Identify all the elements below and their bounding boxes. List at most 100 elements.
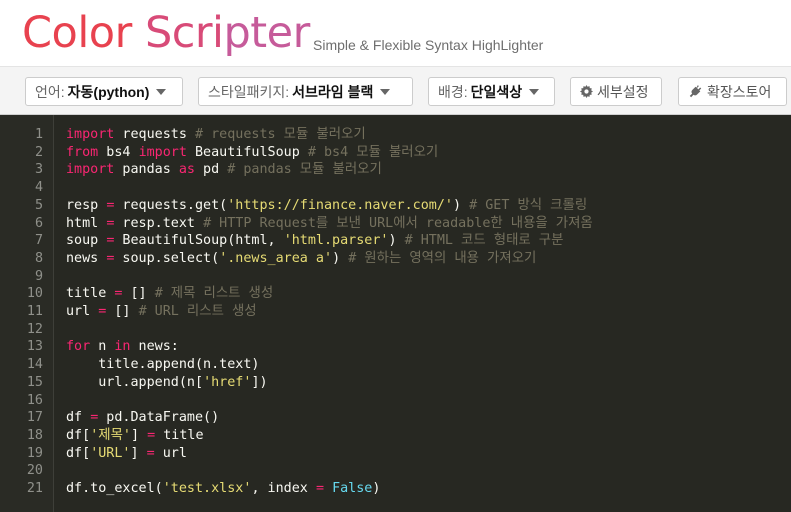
code-line: 20 xyxy=(0,462,791,480)
code-token: # HTML 코드 형태로 구분 xyxy=(404,233,564,249)
code-token: title.append(n.text) xyxy=(66,357,260,373)
code-token: soup.select( xyxy=(114,250,220,266)
code-token: # HTTP Request를 보낸 URL에서 readable한 내용을 가… xyxy=(203,215,593,231)
language-dropdown[interactable]: 언어: 자동(python) xyxy=(25,77,183,106)
code-token: df[ xyxy=(66,427,91,443)
code-token: ] xyxy=(130,427,148,443)
line-number: 13 xyxy=(26,339,43,355)
code-text: df.to_excel('test.xlsx', index = False) xyxy=(66,480,380,498)
chevron-down-icon xyxy=(380,88,391,95)
line-number: 6 xyxy=(34,215,43,231)
line-number: 11 xyxy=(26,304,43,319)
code-token: [] xyxy=(106,304,139,319)
code-token: news: xyxy=(130,339,179,355)
line-number: 2 xyxy=(34,144,43,160)
code-token: 'https://finance.naver.com/' xyxy=(227,197,453,213)
code-text: import pandas as pd # pandas 모듈 불러오기 xyxy=(66,161,382,179)
style-value: 서브라임 블랙 xyxy=(292,83,374,100)
site-logo[interactable]: Color Scripter xyxy=(22,6,310,60)
code-text: resp = requests.get('https://finance.nav… xyxy=(66,197,587,215)
code-token: from xyxy=(66,144,99,160)
code-token: , index xyxy=(251,481,316,496)
code-token: '.news_area a' xyxy=(219,250,333,266)
site-tagline: Simple & Flexible Syntax HighLighter xyxy=(313,37,544,53)
plug-icon xyxy=(688,84,703,99)
code-line: 4 xyxy=(0,179,791,197)
code-editor[interactable]: 1 import requests # requests 모듈 불러오기 2 from… xyxy=(0,115,791,512)
code-token: 'URL' xyxy=(90,445,131,461)
code-token: import xyxy=(138,144,187,160)
line-number: 19 xyxy=(26,445,43,461)
line-number: 21 xyxy=(26,481,43,496)
code-text: url = [] # URL 리스트 생성 xyxy=(66,303,257,321)
code-token: # URL 리스트 생성 xyxy=(138,304,257,319)
code-token: [] xyxy=(122,286,155,302)
line-number: 18 xyxy=(26,427,43,443)
detail-settings-button[interactable]: 세부설정 xyxy=(570,77,662,106)
code-line: 3 import pandas as pd # pandas 모듈 불러오기 xyxy=(0,161,791,179)
code-token: # GET 방식 크롤링 xyxy=(469,197,588,213)
background-label: 배경: xyxy=(438,83,468,100)
style-package-dropdown[interactable]: 스타일패키지: 서브라임 블랙 xyxy=(198,77,413,106)
code-text: soup = BeautifulSoup(html, 'html.parser'… xyxy=(66,232,563,250)
code-token: # bs4 모듈 불러오기 xyxy=(307,144,439,160)
code-token: requests xyxy=(114,127,195,142)
logo-text-3: pter xyxy=(223,8,311,58)
code-line: 9 xyxy=(0,268,791,286)
line-number: 10 xyxy=(26,286,43,302)
style-label: 스타일패키지: xyxy=(208,83,290,100)
code-token: '제목' xyxy=(90,427,131,443)
code-token: BeautifulSoup(html, xyxy=(114,233,284,249)
code-token: pandas xyxy=(114,162,179,178)
code-token: soup xyxy=(66,233,107,249)
code-text: from bs4 import BeautifulSoup # bs4 모듈 불… xyxy=(66,144,438,162)
background-dropdown[interactable]: 배경: 단일색상 xyxy=(428,77,555,106)
extension-store-button[interactable]: 확장스토어 xyxy=(678,77,787,106)
code-token: resp xyxy=(66,197,107,213)
code-token: 'href' xyxy=(203,374,252,390)
code-token: pd xyxy=(195,162,228,178)
code-line: 11 url = [] # URL 리스트 생성 xyxy=(0,303,791,321)
code-line: 1 import requests # requests 모듈 불러오기 xyxy=(0,126,791,144)
code-token: df xyxy=(66,410,91,426)
code-token: BeautifulSoup xyxy=(186,144,308,160)
code-token: import xyxy=(66,127,115,142)
code-token: ]) xyxy=(251,374,268,390)
code-text: title = [] # 제목 리스트 생성 xyxy=(66,285,273,303)
line-number: 9 xyxy=(34,268,43,284)
code-token: requests.get( xyxy=(114,197,228,213)
language-label: 언어: xyxy=(35,83,65,100)
line-number: 20 xyxy=(26,463,43,479)
code-token: 'html.parser' xyxy=(283,233,389,249)
code-line: 6 html = resp.text # HTTP Request를 보낸 URL… xyxy=(0,215,791,233)
code-text: import requests # requests 모듈 불러오기 xyxy=(66,126,366,144)
code-line: 7 soup = BeautifulSoup(html, 'html.parser… xyxy=(0,232,791,250)
options-toolbar: 언어: 자동(python) 스타일패키지: 서브라임 블랙 배경: 단일색상 … xyxy=(0,66,791,115)
code-token: # requests 모듈 불러오기 xyxy=(195,127,366,142)
detail-settings-label: 세부설정 xyxy=(597,83,649,100)
code-text: url.append(n['href']) xyxy=(66,374,268,392)
code-token: ) xyxy=(372,481,381,496)
background-value: 단일색상 xyxy=(470,83,523,100)
code-token: html xyxy=(66,215,107,231)
code-token: n xyxy=(90,339,115,355)
code-token: ) xyxy=(452,197,470,213)
line-number: 12 xyxy=(26,321,43,337)
code-text: df['URL'] = url xyxy=(66,445,187,463)
chevron-down-icon xyxy=(529,88,540,95)
line-number: 16 xyxy=(26,392,43,408)
code-token: = xyxy=(147,427,156,443)
code-token: as xyxy=(178,162,195,178)
code-token: in xyxy=(114,339,131,355)
code-token: # 원하는 영역의 내용 가져오기 xyxy=(348,250,537,266)
code-line: 12 xyxy=(0,321,791,339)
site-header: Color Scripter Simple & Flexible Syntax … xyxy=(0,0,791,66)
code-line: 19 df['URL'] = url xyxy=(0,445,791,463)
code-line: 5 resp = requests.get('https://finance.na… xyxy=(0,197,791,215)
code-token: for xyxy=(66,339,91,355)
code-token: = xyxy=(146,445,155,461)
code-token: pd.DataFrame() xyxy=(98,410,220,426)
chevron-down-icon xyxy=(156,88,167,95)
code-token: # pandas 모듈 불러오기 xyxy=(227,162,382,178)
